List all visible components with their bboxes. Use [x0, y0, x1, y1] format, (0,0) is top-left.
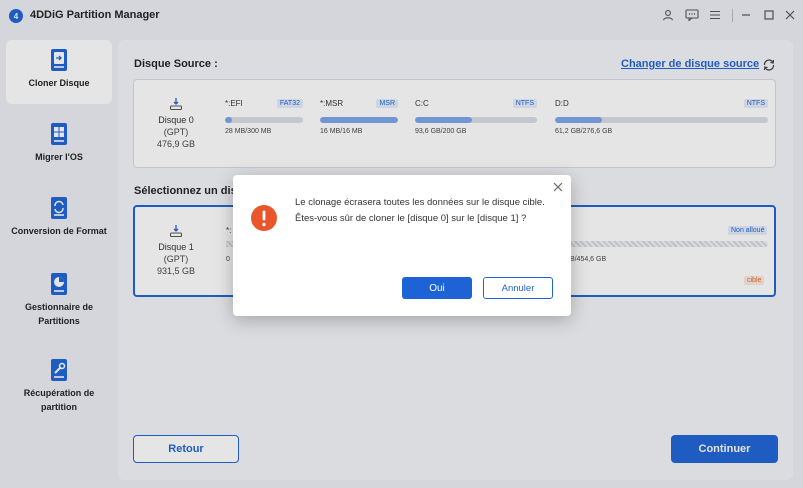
cancel-button[interactable]: Annuler [483, 277, 553, 299]
confirm-dialog: Le clonage écrasera toutes les données s… [233, 175, 571, 316]
confirm-yes-button[interactable]: Oui [402, 277, 472, 299]
dialog-message: Le clonage écrasera toutes les données s… [295, 197, 545, 224]
warning-icon [251, 205, 277, 231]
close-icon[interactable] [553, 182, 563, 192]
